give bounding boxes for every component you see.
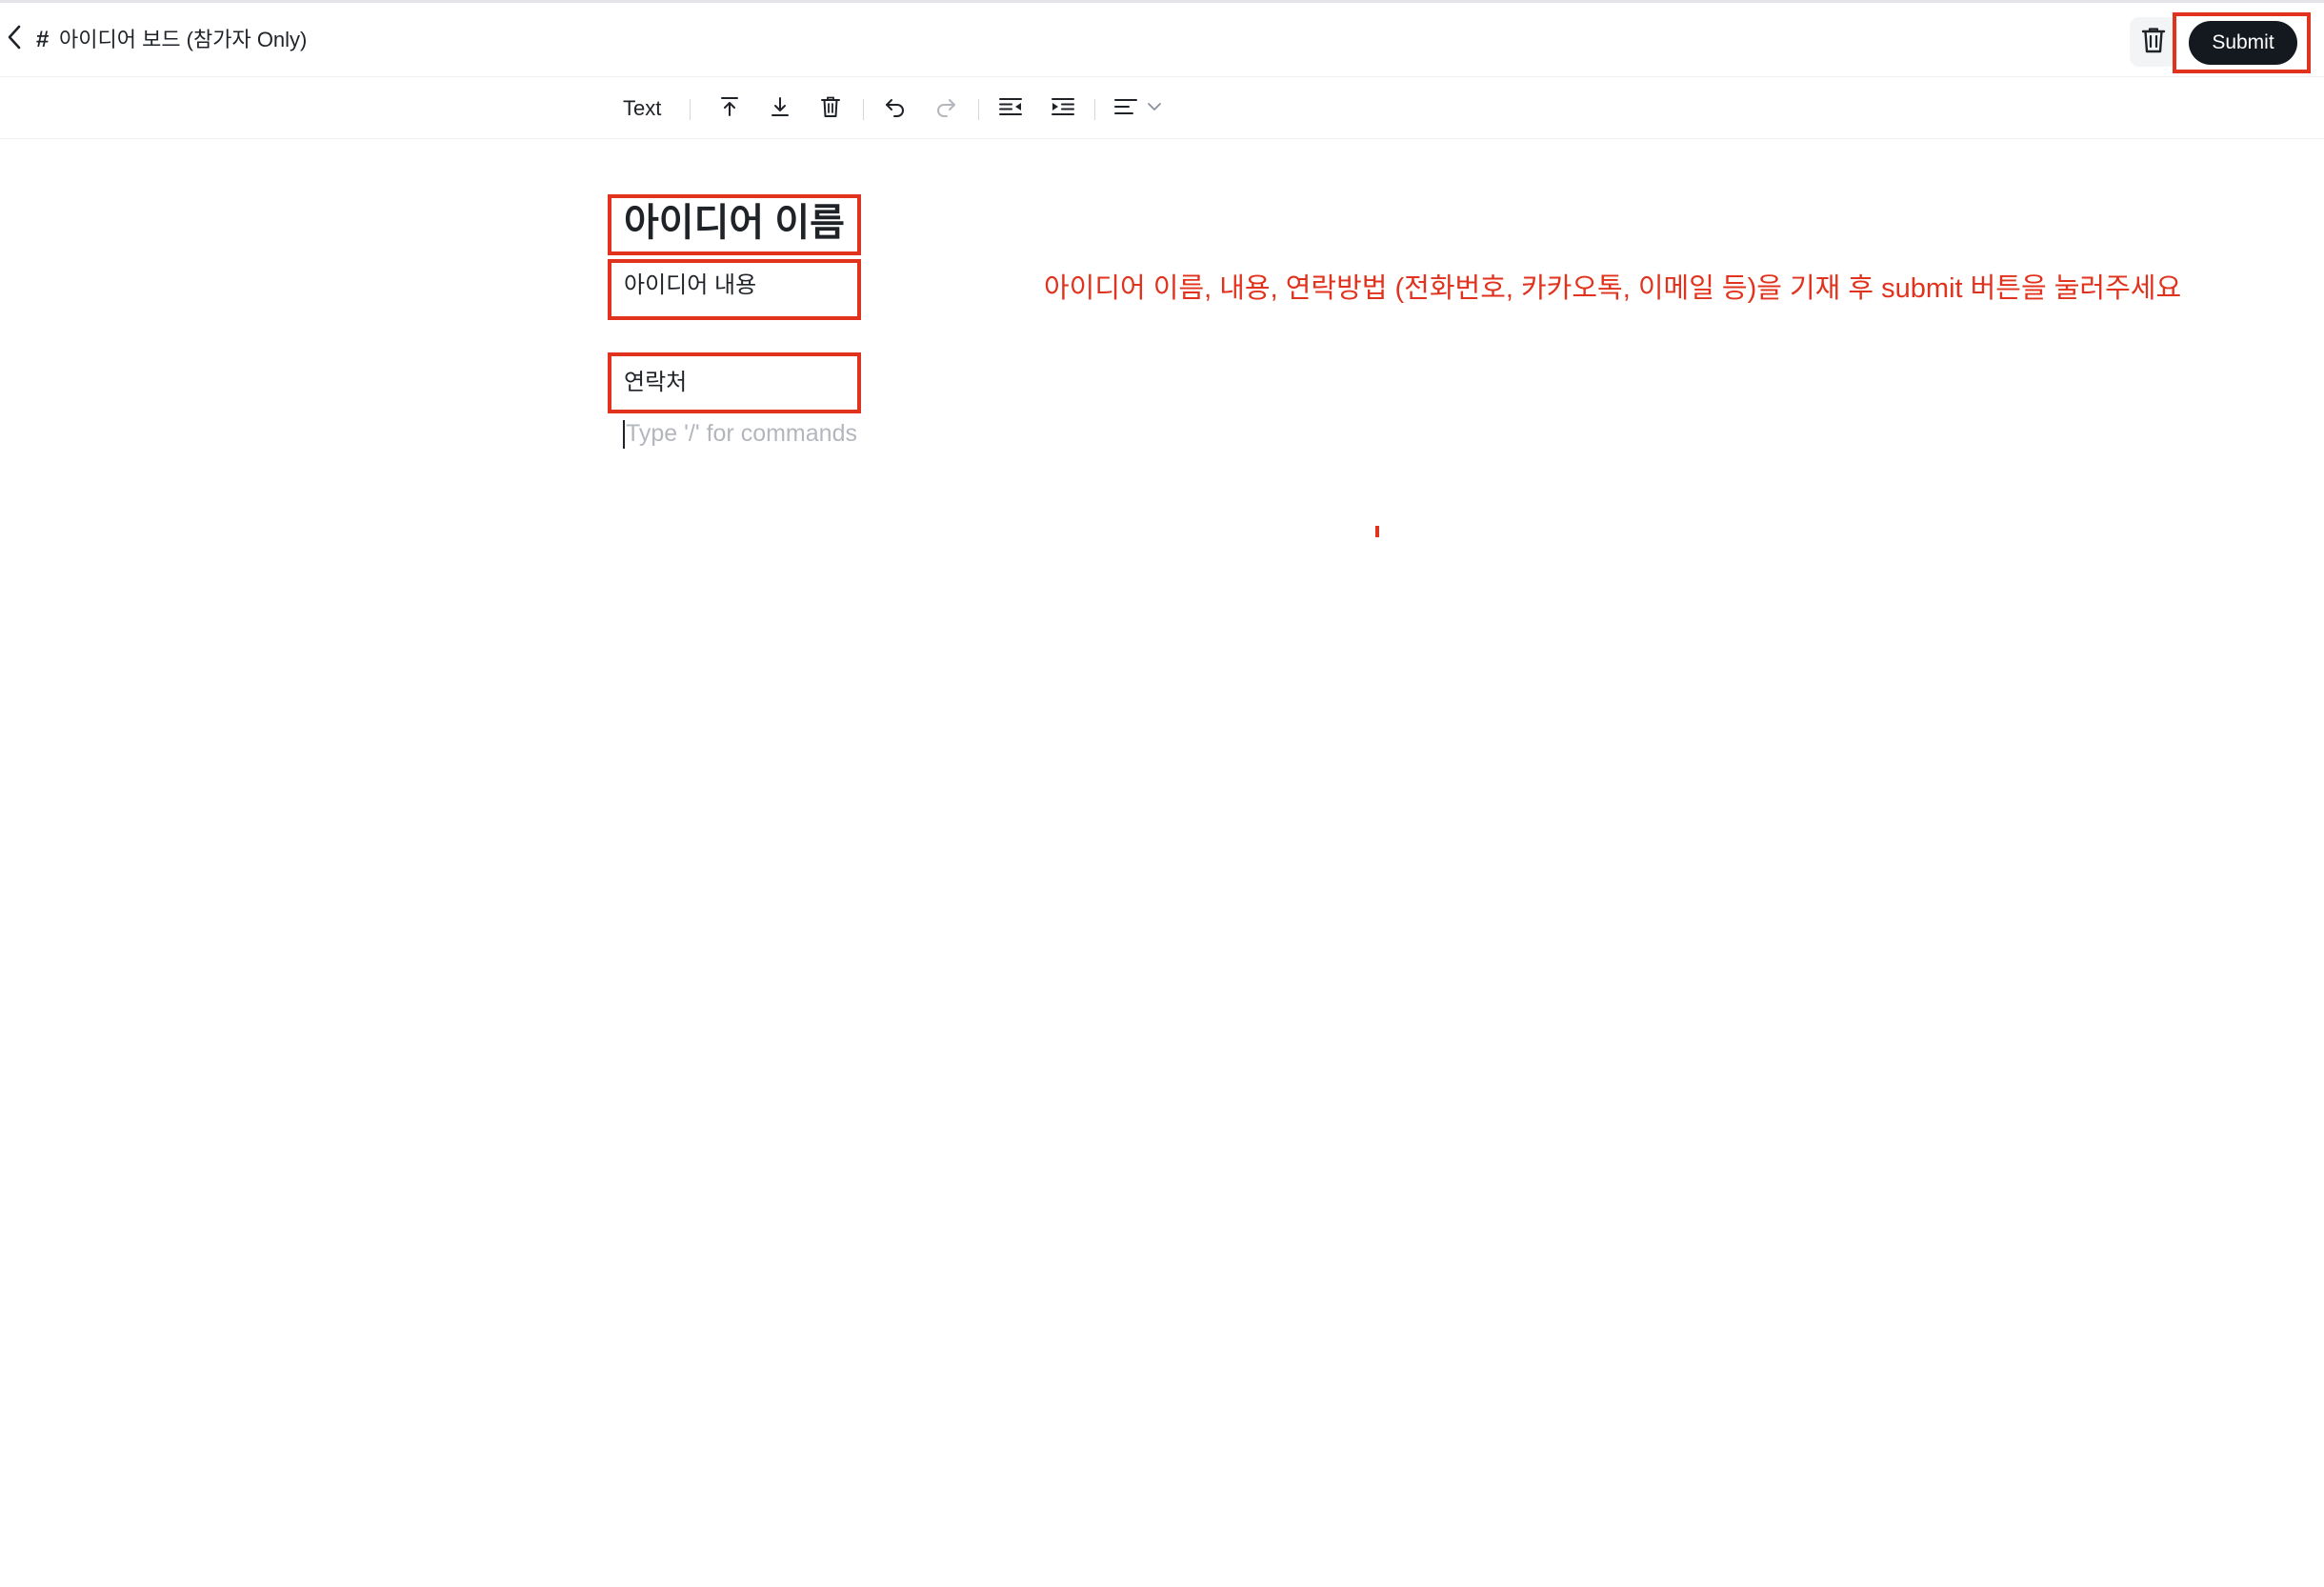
align-dropdown-button[interactable] (1142, 92, 1167, 125)
indent-button[interactable] (1047, 92, 1079, 125)
channel-title: 아이디어 보드 (참가자 Only) (59, 28, 308, 51)
chevron-left-icon (7, 25, 22, 54)
toolbar-divider (690, 99, 691, 120)
idea-title-block[interactable]: 아이디어 이름 (624, 198, 845, 248)
align-left-icon (1113, 96, 1138, 122)
delete-post-button[interactable] (2130, 17, 2177, 67)
annotation-mark (1375, 526, 1379, 537)
outdent-icon (998, 95, 1023, 123)
toolbar-divider (978, 99, 979, 120)
text-caret (623, 420, 625, 449)
redo-icon (934, 95, 957, 123)
idea-body-block[interactable]: 아이디어 내용 (624, 271, 756, 301)
channel-hash-icon: # (36, 27, 50, 52)
outdent-button[interactable] (994, 92, 1027, 125)
header-bar: # 아이디어 보드 (참가자 Only) Submit (0, 3, 2324, 77)
empty-block-placeholder[interactable]: Type '/' for commands (626, 418, 857, 449)
contact-block[interactable]: 연락처 (624, 368, 687, 398)
submit-button[interactable]: Submit (2189, 21, 2297, 65)
redo-button[interactable] (930, 92, 962, 125)
editor-toolbar: Text (0, 78, 2324, 139)
move-down-button[interactable] (764, 92, 796, 125)
move-up-button[interactable] (713, 92, 746, 125)
move-down-icon (769, 95, 791, 123)
undo-icon (884, 95, 907, 123)
delete-block-icon (820, 95, 841, 123)
align-button[interactable] (1110, 92, 1142, 125)
delete-block-button[interactable] (814, 92, 847, 125)
block-type-selector[interactable]: Text (623, 95, 661, 122)
move-up-icon (718, 95, 741, 123)
indent-icon (1051, 95, 1075, 123)
chevron-down-icon (1147, 100, 1162, 117)
undo-button[interactable] (879, 92, 912, 125)
back-button[interactable] (0, 20, 29, 58)
instruction-annotation: 아이디어 이름, 내용, 연락방법 (전화번호, 카카오톡, 이메일 등)을 기… (1044, 273, 2182, 304)
toolbar-divider (863, 99, 864, 120)
toolbar-divider (1094, 99, 1095, 120)
trash-icon (2140, 26, 2167, 59)
